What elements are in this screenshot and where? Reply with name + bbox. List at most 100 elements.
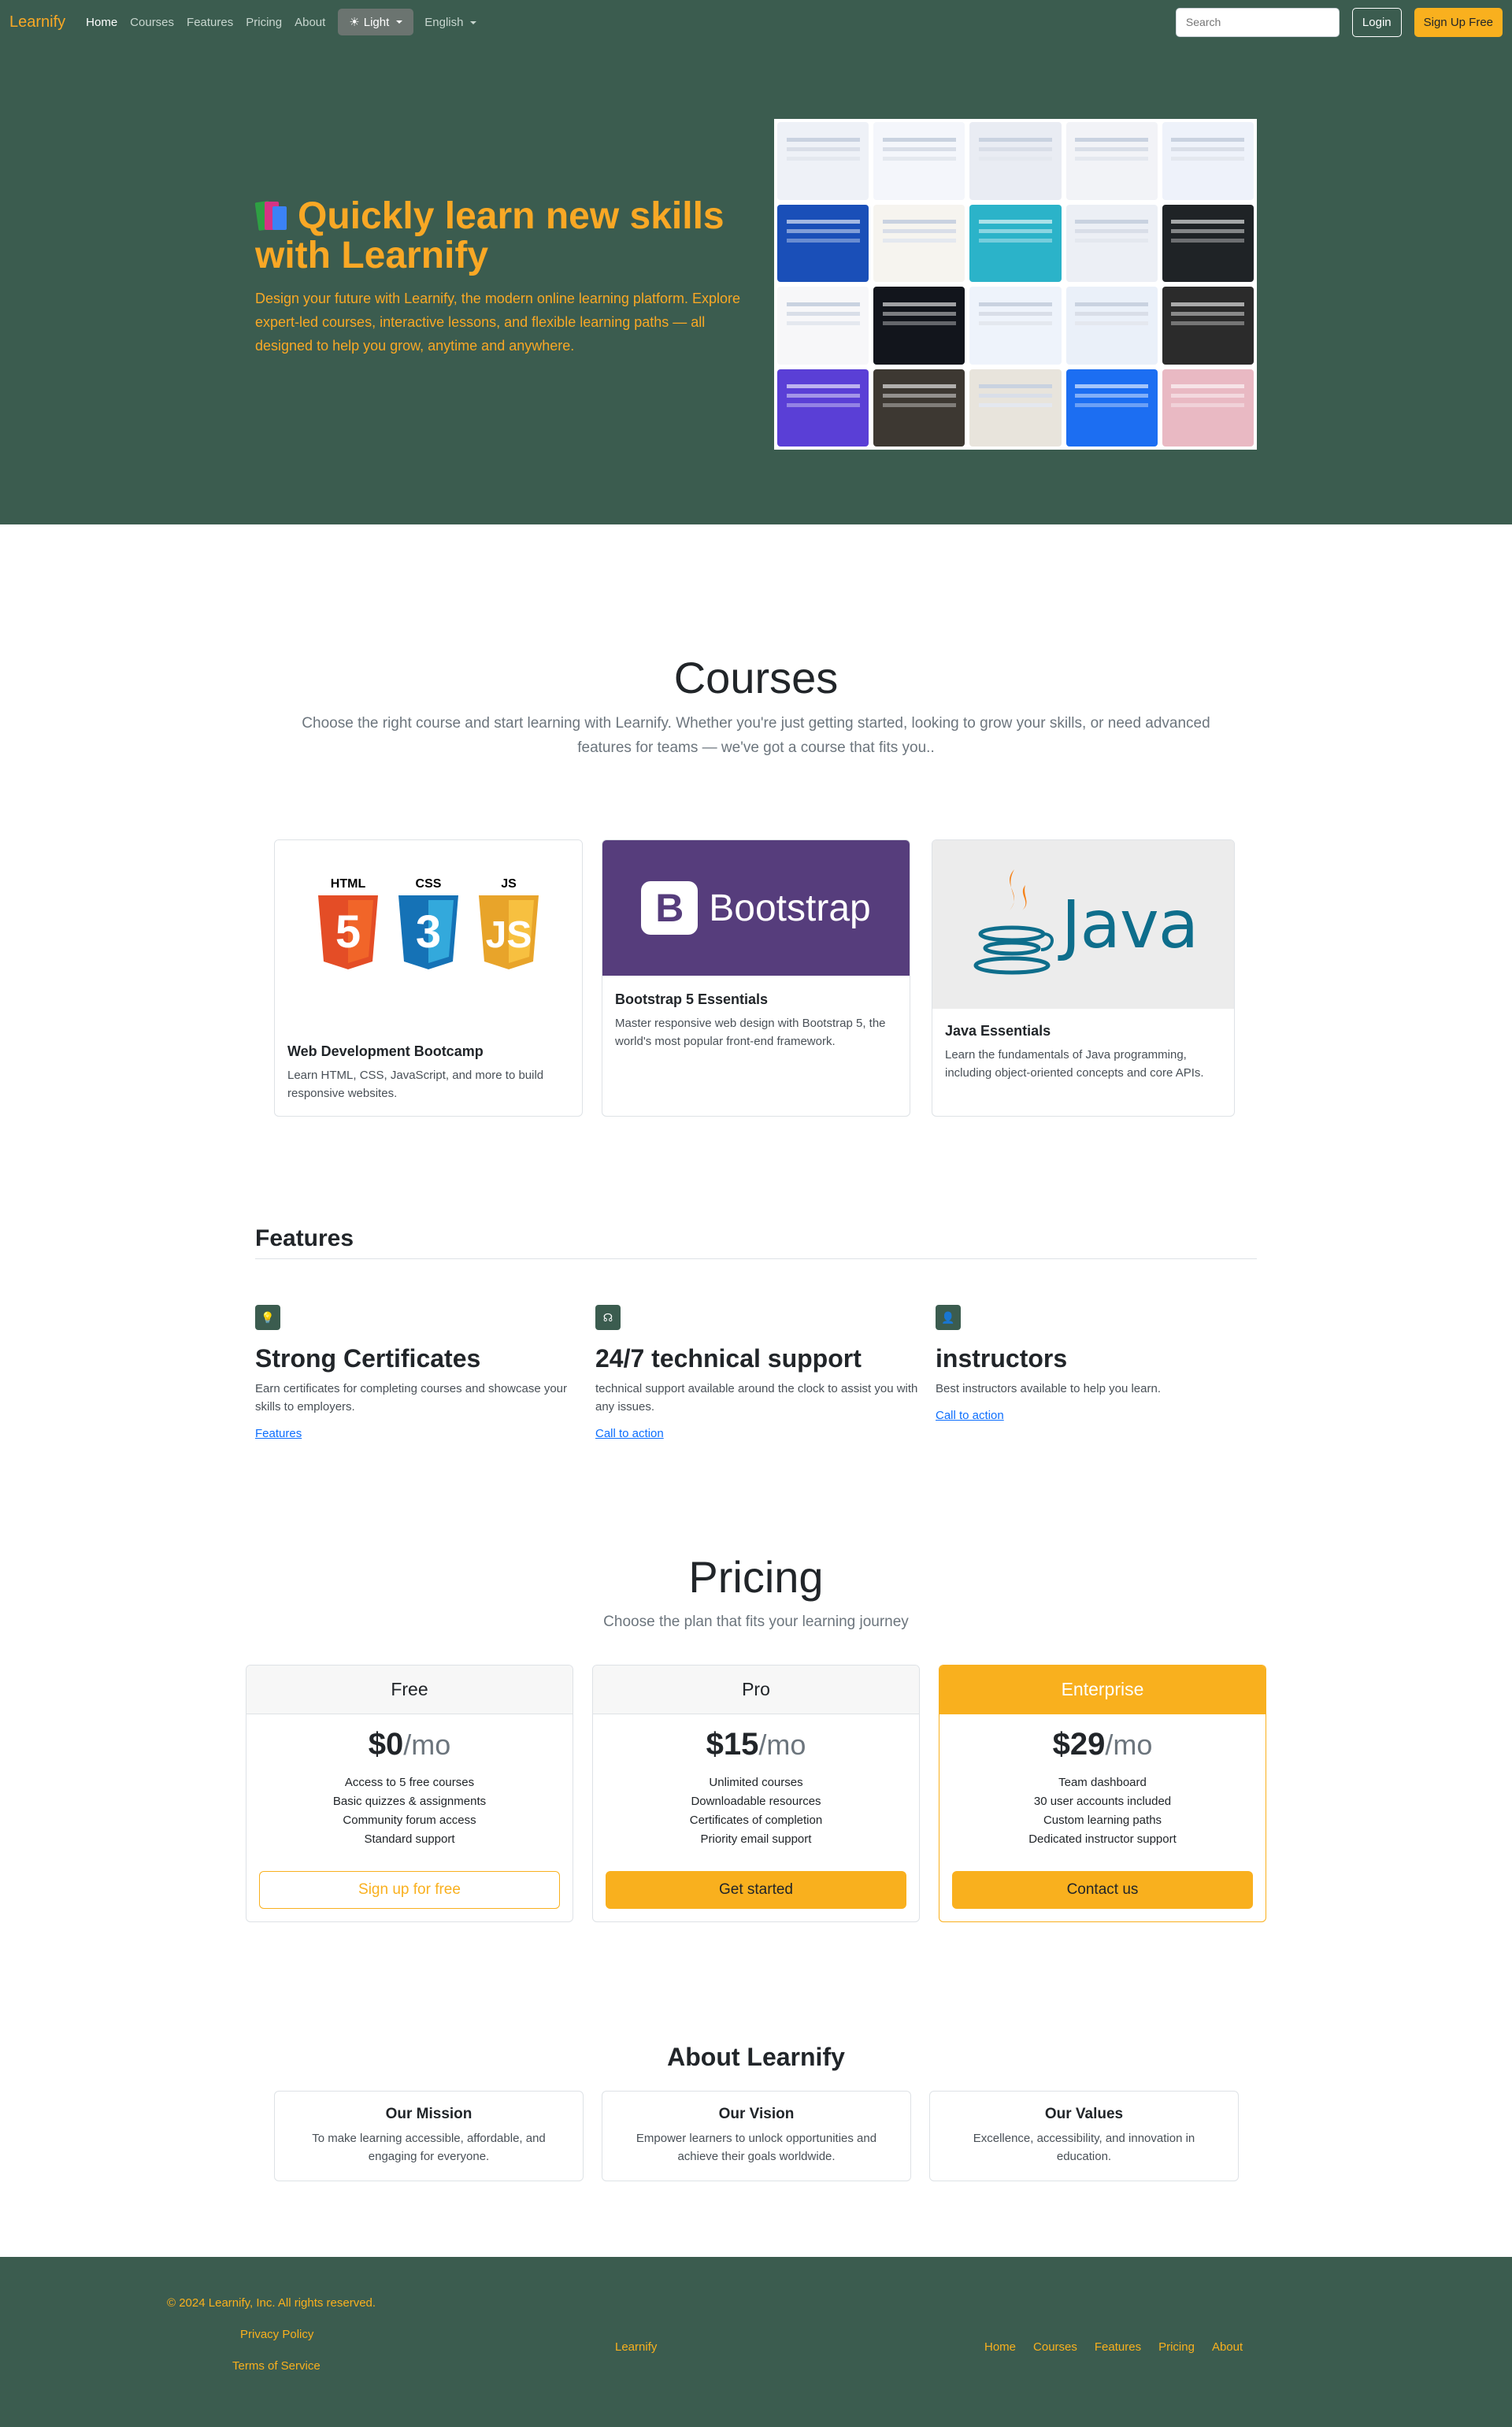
mosaic-tile (1162, 204, 1254, 282)
footer-link-about[interactable]: About (1212, 2340, 1243, 2354)
mosaic-tile (777, 287, 869, 365)
theme-toggle-button[interactable]: ☀ Light (338, 9, 414, 35)
footer-nav: Home Courses Features Pricing About (984, 2340, 1243, 2354)
courses-subtitle: Choose the right course and start learni… (302, 715, 1210, 756)
search-input[interactable] (1175, 7, 1340, 37)
plan-features: Unlimited courses Downloadable resources… (593, 1773, 919, 1849)
plan-feature: Priority email support (700, 1832, 812, 1846)
feature-description: Best instructors available to help you l… (936, 1382, 1161, 1395)
plan-feature: Access to 5 free courses (344, 1776, 475, 1789)
mosaic-tile (1065, 204, 1158, 282)
mosaic-tile (873, 369, 965, 446)
footer-privacy-link[interactable]: Privacy Policy (240, 2328, 313, 2341)
mosaic-tile (1065, 369, 1158, 446)
about-card-values: Our Values Excellence, accessibility, an… (929, 2091, 1239, 2181)
nav-links: Home Courses Features Pricing About ☀ Li… (86, 9, 476, 35)
course-description: Master responsive web design with Bootst… (615, 1017, 886, 1048)
mosaic-tile (777, 122, 869, 200)
feature-link[interactable]: Call to action (936, 1409, 1004, 1422)
hero-image (774, 119, 1257, 450)
plan-name: Pro (593, 1666, 919, 1714)
mosaic-tile (1162, 287, 1254, 365)
mosaic-tile (969, 287, 1062, 365)
feature-title: instructors (936, 1344, 1068, 1373)
mosaic-tile (873, 204, 965, 282)
plan-feature: Downloadable resources (691, 1795, 821, 1808)
feature-link[interactable]: Call to action (595, 1427, 664, 1440)
about-card-mission: Our Mission To make learning accessible,… (274, 2091, 584, 2181)
svg-text:5: 5 (335, 906, 361, 958)
feature-description: technical support available around the c… (595, 1382, 918, 1414)
mosaic-tile (1162, 369, 1254, 446)
footer: © 2024 Learnify, Inc. All rights reserve… (0, 2257, 1512, 2427)
plan-features: Access to 5 free courses Basic quizzes &… (246, 1773, 573, 1849)
footer-terms-link[interactable]: Terms of Service (232, 2359, 321, 2373)
svg-text:JS: JS (501, 877, 517, 891)
person-icon: 👤 (936, 1305, 961, 1330)
pricing-card-free: Free $0/mo Access to 5 free courses Basi… (246, 1665, 573, 1922)
login-button[interactable]: Login (1351, 7, 1402, 37)
footer-link-courses[interactable]: Courses (1033, 2340, 1077, 2354)
footer-link-home[interactable]: Home (984, 2340, 1016, 2354)
plan-feature: Community forum access (343, 1814, 476, 1827)
mosaic-tile (777, 369, 869, 446)
mosaic-tile (873, 122, 965, 200)
javascript-icon: JS JS (479, 877, 539, 969)
course-card-webdev[interactable]: HTML 5 CSS 3 JS JS Web Development Bootc… (274, 839, 583, 1117)
footer-link-pricing[interactable]: Pricing (1158, 2340, 1195, 2354)
mosaic-tile (1162, 122, 1254, 200)
about-card-text: Empower learners to unlock opportunities… (636, 2132, 877, 2163)
mosaic-tile (777, 204, 869, 282)
plan-feature: Basic quizzes & assignments (332, 1795, 487, 1808)
plan-price: $0/mo (368, 1727, 451, 1762)
signup-button[interactable]: Sign Up Free (1414, 7, 1503, 37)
html-css-js-logo: HTML 5 CSS 3 JS JS (275, 840, 582, 1012)
hero-title: Quickly learn new skills with Learnify (254, 195, 724, 276)
headset-icon: ☊ (595, 1305, 621, 1330)
nav-link-home[interactable]: Home (86, 16, 117, 29)
course-card-java[interactable]: Java Java Essentials Learn the fundament… (932, 839, 1235, 1117)
brand-logo[interactable]: Learnify (9, 13, 65, 31)
plan-feature: Unlimited courses (709, 1776, 803, 1789)
signup-free-button[interactable]: Sign up for free (259, 1871, 560, 1909)
mosaic-tile (969, 369, 1062, 446)
feature-support: ☊ 24/7 technical support technical suppo… (595, 1305, 918, 1441)
nav-link-features[interactable]: Features (187, 16, 233, 29)
pricing-subtitle: Choose the plan that fits your learning … (603, 1614, 909, 1630)
feature-instructors: 👤 instructors Best instructors available… (936, 1305, 1258, 1423)
footer-link-features[interactable]: Features (1095, 2340, 1141, 2354)
course-description: Learn the fundamentals of Java programmi… (945, 1048, 1204, 1080)
mosaic-tile (1065, 122, 1158, 200)
plan-features: Team dashboard 30 user accounts included… (939, 1773, 1266, 1849)
plan-name: Free (246, 1666, 573, 1714)
pricing-card-pro: Pro $15/mo Unlimited courses Downloadabl… (592, 1665, 920, 1922)
svg-text:CSS: CSS (416, 877, 442, 891)
html5-icon: HTML 5 (318, 877, 378, 969)
plan-feature: Certificates of completion (689, 1814, 823, 1827)
language-dropdown[interactable]: English (424, 16, 476, 29)
mosaic-tile (969, 204, 1062, 282)
features-title: Features (255, 1225, 1257, 1259)
about-card-title: Our Vision (718, 2106, 795, 2122)
svg-text:HTML: HTML (331, 877, 366, 891)
contact-us-button[interactable]: Contact us (952, 1871, 1253, 1909)
nav-link-pricing[interactable]: Pricing (246, 16, 282, 29)
get-started-button[interactable]: Get started (606, 1871, 906, 1909)
svg-text:JS: JS (486, 914, 532, 956)
nav-link-about[interactable]: About (295, 16, 325, 29)
about-card-vision: Our Vision Empower learners to unlock op… (602, 2091, 911, 2181)
lightbulb-icon: 💡 (255, 1305, 280, 1330)
mosaic-tile (873, 287, 965, 365)
nav-link-courses[interactable]: Courses (130, 16, 174, 29)
bootstrap-logo: B Bootstrap (602, 840, 910, 976)
course-card-bootstrap[interactable]: B Bootstrap Bootstrap 5 Essentials Maste… (602, 839, 910, 1117)
footer-brand[interactable]: Learnify (615, 2340, 657, 2354)
about-card-title: Our Values (1044, 2106, 1124, 2122)
plan-feature: Standard support (364, 1832, 455, 1846)
feature-link[interactable]: Features (255, 1427, 302, 1440)
course-description: Learn HTML, CSS, JavaScript, and more to… (287, 1069, 544, 1100)
coffee-cup-icon (973, 869, 1054, 975)
about-card-text: Excellence, accessibility, and innovatio… (973, 2132, 1195, 2163)
chevron-down-icon (469, 20, 476, 24)
about-title: About Learnify (667, 2043, 845, 2071)
